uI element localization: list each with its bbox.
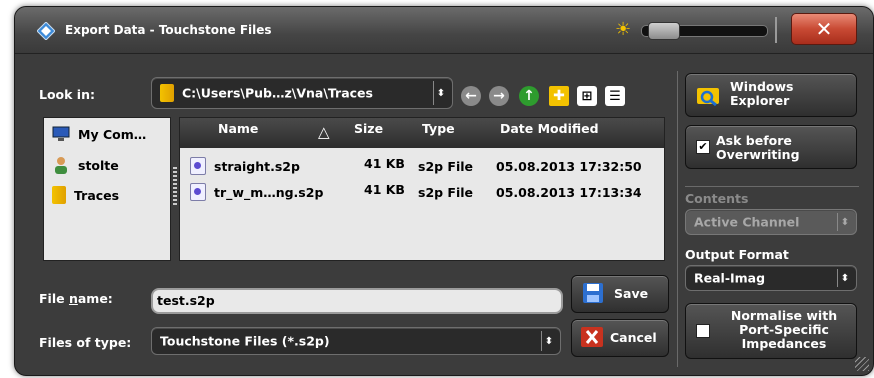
col-header-name[interactable]: Name △ (180, 118, 347, 148)
file-name-value: test.s2p (157, 293, 215, 308)
file-name-label: File name: (39, 291, 113, 306)
file-date: 05.08.2013 17:32:50 (496, 159, 642, 174)
s2p-file-icon (190, 157, 206, 175)
ask-before-overwriting-button[interactable]: ✔ Ask before Overwriting (685, 125, 857, 169)
detail-view-icon[interactable]: ☰ (605, 86, 625, 106)
col-header-type-label: Type (422, 121, 455, 136)
table-row[interactable]: straight.s2p 41 KB s2p File 05.08.2013 1… (180, 154, 664, 178)
places-panel: My Com… stolte Traces (43, 117, 171, 261)
file-date: 05.08.2013 17:13:34 (496, 185, 642, 200)
titlebar-divider (775, 17, 777, 43)
col-header-size-label: Size (354, 121, 384, 136)
vertical-divider (677, 71, 678, 367)
file-size: 41 KB (364, 156, 405, 171)
output-format-combo[interactable]: Real-Imag ⬍ (685, 265, 857, 291)
close-button[interactable]: ✕ (791, 13, 857, 45)
cancel-button[interactable]: Cancel (571, 319, 669, 357)
look-in-label: Look in: (39, 87, 95, 102)
save-button[interactable]: Save (571, 275, 669, 313)
folder-icon (160, 84, 174, 102)
file-type: s2p File (418, 159, 474, 174)
sort-ascending-icon: △ (318, 123, 330, 141)
output-format-label: Output Format (685, 247, 789, 262)
col-header-type[interactable]: Type (414, 118, 493, 148)
new-folder-icon[interactable]: ✚ (549, 86, 569, 106)
s2p-file-icon (190, 183, 206, 201)
windows-explorer-label: Windows Explorer (730, 79, 794, 108)
col-header-size[interactable]: Size (346, 118, 415, 148)
files-of-type-combo[interactable]: Touchstone Files (*.s2p) ⬍ (151, 327, 561, 355)
windows-explorer-button[interactable]: Windows Explorer (685, 73, 857, 117)
look-in-path: C:\Users\Pub…z\Vna\Traces (182, 85, 373, 101)
dropdown-arrow-icon[interactable]: ⬍ (837, 269, 852, 287)
table-row[interactable]: tr_w_m…ng.s2p 41 KB s2p File 05.08.2013 … (180, 180, 664, 204)
files-of-type-label: Files of type: (39, 335, 132, 350)
back-arrow-icon[interactable]: ← (461, 86, 481, 106)
col-header-date[interactable]: Date Modified (492, 118, 664, 148)
files-of-type-value: Touchstone Files (*.s2p) (160, 333, 330, 349)
place-my-computer[interactable]: My Com… (52, 126, 146, 142)
user-icon (55, 157, 67, 174)
title-bar[interactable]: Export Data - Touchstone Files ☀ ✕ (15, 7, 873, 54)
resize-grip[interactable] (855, 357, 869, 371)
brightness-icon: ☀ (615, 19, 632, 40)
place-stolte[interactable]: stolte (52, 156, 119, 174)
file-name: tr_w_m…ng.s2p (214, 185, 324, 200)
place-label: Traces (74, 187, 120, 203)
brightness-slider-handle[interactable] (648, 22, 680, 40)
normalise-button[interactable]: Normalise with Port-Specific Impedances (685, 303, 857, 359)
save-button-label: Save (614, 286, 649, 301)
file-list: Name △ Size Type Date Modified straight.… (179, 117, 665, 261)
export-dialog: Export Data - Touchstone Files ☀ ✕ Look … (14, 6, 874, 376)
panel-splitter[interactable] (173, 167, 177, 207)
cancel-button-label: Cancel (610, 330, 657, 345)
col-header-date-label: Date Modified (500, 121, 599, 136)
normalise-checkbox[interactable] (696, 324, 710, 338)
ask-before-overwriting-checkbox[interactable]: ✔ (696, 140, 710, 154)
place-label: stolte (78, 157, 119, 173)
explorer-folder-icon (697, 88, 719, 106)
output-format-value: Real-Imag (694, 270, 766, 286)
file-size: 41 KB (364, 182, 405, 197)
cancel-x-icon (581, 327, 603, 347)
dropdown-arrow-icon[interactable]: ⬍ (541, 331, 556, 351)
up-folder-icon[interactable]: ↑ (519, 86, 539, 106)
file-name-input[interactable]: test.s2p (151, 288, 563, 314)
place-traces[interactable]: Traces (52, 186, 119, 204)
contents-value: Active Channel (694, 214, 800, 230)
col-header-name-label: Name (218, 121, 259, 136)
window-title: Export Data - Touchstone Files (65, 23, 272, 37)
app-logo-icon (37, 22, 55, 40)
contents-label: Contents (685, 191, 749, 206)
right-divider (685, 186, 859, 187)
look-in-combo[interactable]: C:\Users\Pub…z\Vna\Traces ⬍ (151, 77, 453, 109)
forward-arrow-icon[interactable]: → (489, 86, 509, 106)
dropdown-arrow-icon: ⬍ (837, 213, 852, 231)
contents-combo: Active Channel ⬍ (685, 209, 857, 235)
brightness-slider[interactable] (641, 22, 768, 40)
file-type: s2p File (418, 185, 474, 200)
place-label: My Com… (78, 126, 147, 142)
folder-icon (52, 186, 66, 204)
dropdown-arrow-icon[interactable]: ⬍ (433, 81, 448, 105)
computer-icon (52, 126, 70, 141)
normalise-label: Normalise with Port-Specific Impedances (730, 308, 838, 351)
save-disk-icon (583, 283, 603, 303)
file-name: straight.s2p (214, 159, 300, 174)
ask-before-overwriting-label: Ask before Overwriting (716, 133, 800, 162)
list-view-icon[interactable]: ⊞ (577, 86, 597, 106)
